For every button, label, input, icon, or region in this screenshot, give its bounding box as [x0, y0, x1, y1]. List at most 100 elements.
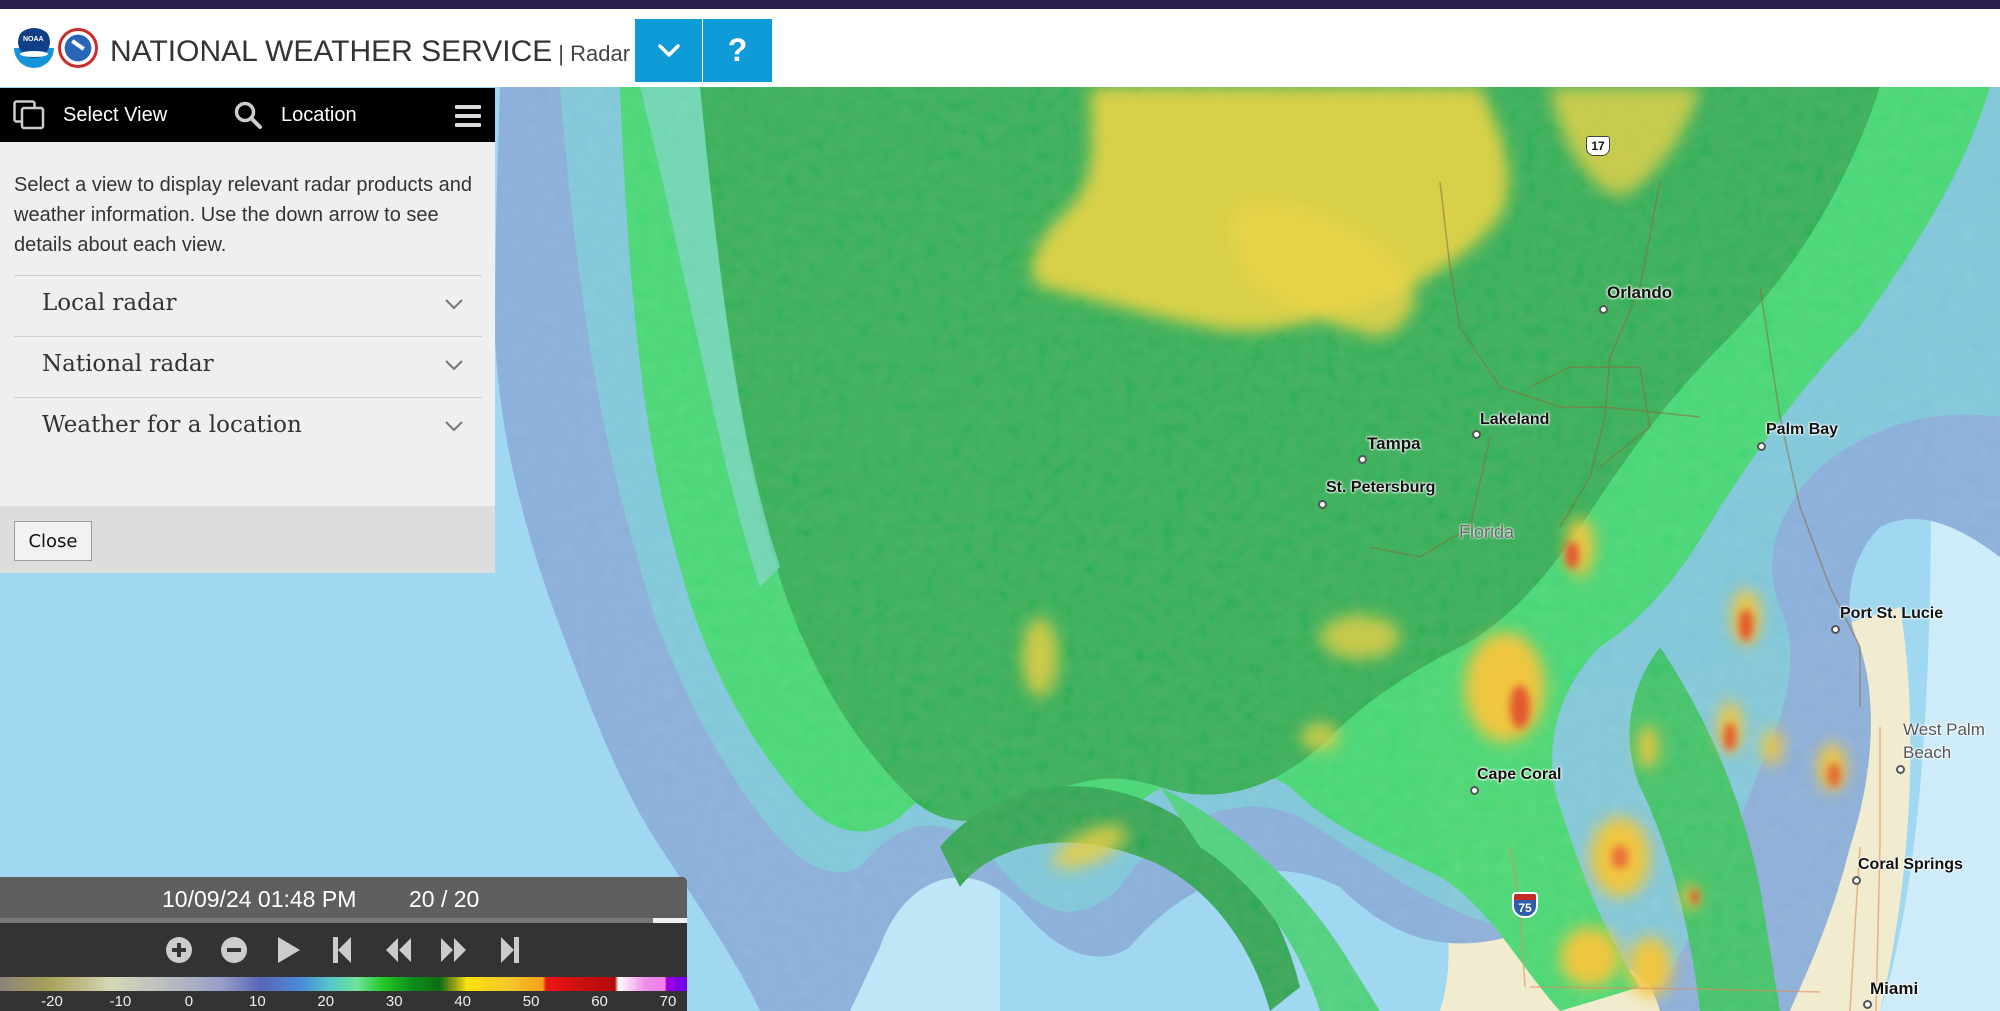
close-button[interactable]: Close [14, 521, 92, 561]
site-header: NOAA NATIONAL WEATHER SERVICE | Radar ? [0, 9, 2000, 87]
last-frame-button[interactable] [492, 934, 526, 966]
panel-toolbar: Select View Location [0, 88, 495, 142]
tab-select-view[interactable]: Select View [13, 88, 167, 142]
scale-tick-label: 50 [522, 993, 540, 1010]
accordion-label: Local radar [42, 290, 177, 316]
playback-controls [0, 923, 687, 975]
scale-tick-label: 20 [317, 993, 335, 1010]
zoom-in-button[interactable] [162, 934, 196, 966]
top-strip [0, 0, 2000, 9]
radar-red-core [1739, 609, 1753, 641]
zoom-out-icon [221, 937, 247, 963]
search-icon [234, 101, 262, 129]
city-label-west-palm-beach-2[interactable]: Beach [1903, 743, 1951, 763]
scale-tick-label: 60 [591, 993, 608, 1010]
city-dot-orlando[interactable] [1599, 305, 1608, 314]
accordion-national-radar[interactable]: National radar [14, 336, 482, 397]
radar-yellow-cell [1022, 617, 1058, 697]
chevron-down-icon [445, 360, 463, 371]
radar-red-core [1691, 889, 1699, 905]
scale-tick-label: 0 [184, 993, 194, 1010]
accordion-local-radar[interactable]: Local radar [14, 275, 482, 336]
city-label-orlando[interactable]: Orlando [1607, 283, 1672, 303]
play-button[interactable] [272, 934, 306, 966]
nws-logo-icon[interactable] [58, 28, 98, 68]
city-dot-port-st-lucie[interactable] [1831, 625, 1840, 634]
city-label-west-palm-beach-1[interactable]: West Palm [1903, 720, 1985, 740]
reflectivity-color-scale [0, 977, 687, 991]
select-view-panel: Select View Location Select a view to di… [0, 88, 495, 573]
step-back-button[interactable] [382, 934, 416, 966]
accordion-weather-for-location[interactable]: Weather for a location [14, 397, 482, 458]
panel-intro-text: Select a view to display relevant radar … [14, 174, 473, 256]
step-forward-icon [441, 938, 466, 962]
chevron-down-icon [445, 299, 463, 310]
us-17-shield: 17 [1586, 136, 1610, 156]
region-label-florida: Florida [1459, 522, 1515, 542]
shield-number: 75 [1518, 901, 1532, 915]
radar-yellow-cell [1300, 723, 1340, 751]
scale-tick-label: -20 [41, 993, 63, 1010]
hamburger-icon[interactable] [455, 105, 481, 127]
step-back-icon [386, 938, 411, 962]
radar-red-core [1827, 763, 1841, 787]
scale-tick-label: 70 [659, 993, 677, 1010]
scale-tick-label: -10 [109, 993, 132, 1010]
scale-tick-label: 40 [454, 993, 471, 1010]
city-dot-coral-springs[interactable] [1852, 876, 1861, 885]
radar-yellow-cell [1465, 632, 1545, 742]
city-label-palm-bay[interactable]: Palm Bay [1766, 421, 1838, 439]
city-label-lakeland[interactable]: Lakeland [1480, 411, 1549, 429]
site-title-text: NATIONAL WEATHER SERVICE [110, 35, 553, 68]
frame-timestamp: 10/09/24 01:48 PM [162, 886, 357, 912]
first-frame-icon [333, 937, 351, 963]
city-label-cape-coral[interactable]: Cape Coral [1477, 766, 1561, 784]
play-icon [278, 937, 300, 963]
radar-red-core [1510, 685, 1530, 729]
copy-layers-icon [13, 100, 45, 130]
radar-red-core [1611, 845, 1629, 869]
city-dot-cape-coral[interactable] [1470, 786, 1479, 795]
tab-location[interactable]: Location [233, 88, 357, 142]
chevron-down-icon [657, 43, 680, 57]
city-dot-palm-bay[interactable] [1757, 442, 1766, 451]
playback-status: 10/09/24 01:48 PM 20 / 20 [0, 877, 687, 918]
city-dot-west-palm-beach[interactable] [1896, 765, 1905, 774]
zoom-out-button[interactable] [217, 934, 251, 966]
noaa-logo-icon[interactable]: NOAA [14, 28, 54, 68]
city-label-port-st-lucie[interactable]: Port St. Lucie [1840, 605, 1943, 623]
noaa-logo-text: NOAA [23, 36, 44, 43]
frame-counter: 20 / 20 [409, 886, 480, 912]
radar-playback-panel: 10/09/24 01:48 PM 20 / 20 -20 -10 0 10 20 30 4… [0, 877, 687, 1011]
last-frame-icon [501, 937, 519, 963]
radar-yellow-cell [1320, 615, 1400, 659]
city-label-miami[interactable]: Miami [1870, 979, 1918, 999]
radar-yellow-cell [1762, 729, 1782, 765]
help-icon: ? [727, 32, 748, 68]
first-frame-button[interactable] [326, 934, 360, 966]
help-button[interactable]: ? [703, 19, 772, 82]
radar-red-core [1565, 541, 1579, 569]
zoom-in-icon [166, 937, 192, 963]
shield-number: 17 [1591, 139, 1605, 153]
city-label-tampa[interactable]: Tampa [1367, 434, 1421, 454]
chevron-down-icon [445, 421, 463, 432]
interstate-75-shield: 75 [1512, 892, 1538, 918]
radar-red-core [1724, 723, 1736, 751]
accordion-label: National radar [42, 351, 214, 377]
tab-location-label: Location [281, 103, 357, 126]
city-dot-lakeland[interactable] [1472, 430, 1481, 439]
city-label-coral-springs[interactable]: Coral Springs [1858, 856, 1963, 874]
accordion-label: Weather for a location [42, 412, 302, 438]
panel-footer: Close [0, 506, 495, 573]
step-forward-button[interactable] [436, 934, 470, 966]
tab-select-view-label: Select View [63, 103, 168, 126]
city-dot-miami[interactable] [1863, 1000, 1872, 1009]
city-dot-tampa[interactable] [1358, 455, 1367, 464]
header-menu-button[interactable] [635, 19, 702, 82]
reflectivity-scale-ticks: -20 -10 0 10 20 30 40 50 60 70 [0, 993, 687, 1011]
city-label-st-petersburg[interactable]: St. Petersburg [1326, 479, 1435, 497]
city-dot-st-petersburg[interactable] [1318, 500, 1327, 509]
radar-yellow-cell [1560, 927, 1620, 987]
site-title[interactable]: NATIONAL WEATHER SERVICE | Radar [110, 35, 630, 69]
